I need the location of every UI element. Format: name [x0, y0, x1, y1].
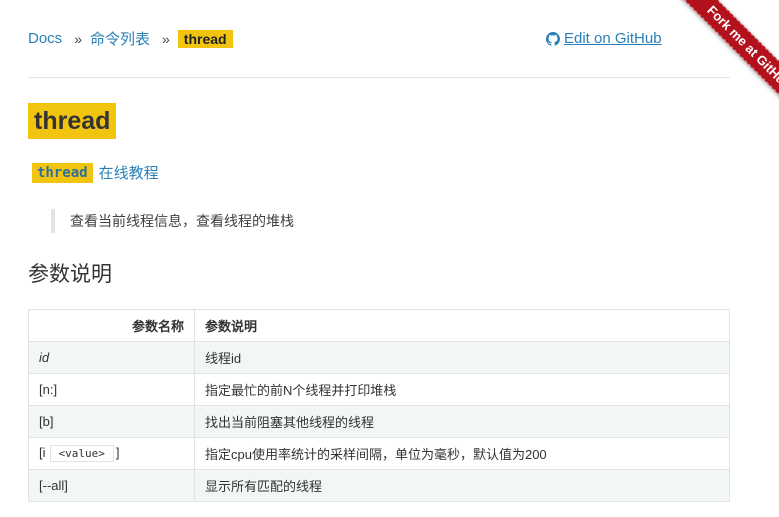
- fork-ribbon[interactable]: Fork me at GitHub: [659, 0, 779, 138]
- param-name-suffix: ]: [115, 445, 120, 460]
- header-param-desc: 参数说明: [194, 309, 730, 342]
- table-header-row: 参数名称 参数说明: [28, 309, 730, 342]
- section-title: 参数说明: [28, 263, 112, 286]
- param-desc: 显示所有匹配的线程: [194, 469, 730, 502]
- tutorial-line: thread 在线教程: [32, 162, 159, 183]
- param-name: id: [28, 341, 195, 374]
- fork-ribbon-container: Fork me at GitHub: [619, 0, 779, 160]
- param-name: [b]: [28, 405, 195, 438]
- param-name: [n:]: [28, 373, 195, 406]
- param-desc: 指定cpu使用率统计的采样间隔，单位为毫秒，默认值为200: [194, 437, 730, 470]
- table-row: id 线程id: [28, 341, 730, 374]
- breadcrumb: Docs » 命令列表 » thread: [28, 28, 233, 49]
- tutorial-link[interactable]: 在线教程: [99, 162, 159, 183]
- params-table: 参数名称 参数说明 id 线程id [n:] 指定最忙的前N个线程并打印堆栈 […: [28, 309, 730, 502]
- param-name-cell: [i <value>]: [28, 437, 195, 470]
- header-divider: [28, 77, 730, 78]
- param-name-prefix: [i: [39, 445, 46, 460]
- tutorial-command-code: thread: [32, 162, 93, 183]
- param-desc: 找出当前阻塞其他线程的线程: [194, 405, 730, 438]
- table-row: [i <value>] 指定cpu使用率统计的采样间隔，单位为毫秒，默认值为200: [28, 437, 730, 470]
- github-icon: [546, 31, 560, 46]
- breadcrumb-docs-link[interactable]: Docs: [28, 30, 62, 47]
- breadcrumb-separator: »: [162, 30, 170, 47]
- description-quote: 查看当前线程信息，查看线程的堆栈: [51, 209, 294, 233]
- breadcrumb-command-list-link[interactable]: 命令列表: [90, 28, 150, 49]
- header-param-name: 参数名称: [28, 309, 195, 342]
- page-title: thread: [28, 103, 117, 139]
- table-row: [n:] 指定最忙的前N个线程并打印堆栈: [28, 373, 730, 406]
- param-desc: 指定最忙的前N个线程并打印堆栈: [194, 373, 730, 406]
- breadcrumb-current: thread: [177, 29, 233, 48]
- param-value-code: <value>: [49, 445, 114, 462]
- breadcrumb-separator: »: [74, 30, 82, 47]
- table-row: [--all] 显示所有匹配的线程: [28, 469, 730, 502]
- param-name: [--all]: [28, 469, 195, 502]
- param-desc: 线程id: [194, 341, 730, 374]
- table-row: [b] 找出当前阻塞其他线程的线程: [28, 405, 730, 438]
